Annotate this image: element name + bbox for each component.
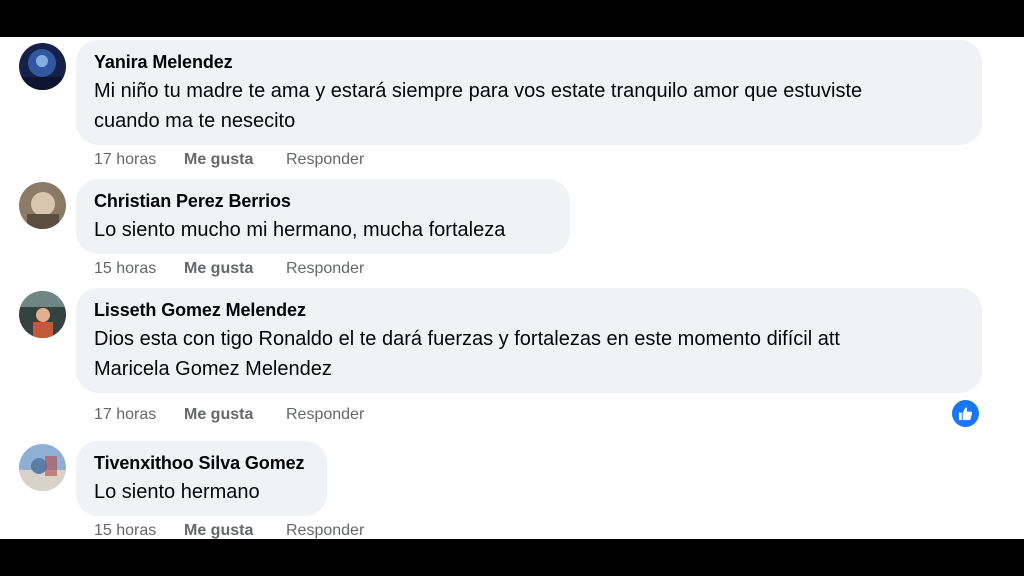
- comment-text: Mi niño tu madre te ama y estará siempre…: [94, 80, 863, 132]
- comment-time[interactable]: 15 horas: [94, 521, 156, 539]
- avatar[interactable]: [19, 291, 66, 338]
- comment-author[interactable]: Christian Perez Berrios: [94, 189, 552, 213]
- comment-author[interactable]: Lisseth Gomez Melendez: [94, 298, 964, 322]
- reply-button[interactable]: Responder: [286, 521, 364, 539]
- like-button[interactable]: Me gusta: [184, 150, 253, 170]
- comment-author[interactable]: Tivenxithoo Silva Gomez: [94, 451, 309, 475]
- avatar[interactable]: [19, 444, 66, 491]
- thumbs-up-icon[interactable]: [952, 400, 979, 427]
- comment-text: Lo siento mucho mi hermano, mucha fortal…: [94, 219, 506, 241]
- reply-button[interactable]: Responder: [286, 405, 364, 425]
- comment-text: Dios esta con tigo Ronaldo el te dará fu…: [94, 328, 840, 380]
- like-button[interactable]: Me gusta: [184, 259, 253, 279]
- like-button[interactable]: Me gusta: [184, 521, 253, 539]
- comment-time[interactable]: 17 horas: [94, 150, 156, 170]
- comment-text: Lo siento hermano: [94, 481, 260, 503]
- comment-time[interactable]: 17 horas: [94, 405, 156, 425]
- comments-panel: Yanira Melendez Mi niño tu madre te ama …: [0, 37, 1024, 539]
- avatar[interactable]: [19, 182, 66, 229]
- like-button[interactable]: Me gusta: [184, 405, 253, 425]
- reply-button[interactable]: Responder: [286, 259, 364, 279]
- comment-bubble: Lisseth Gomez Melendez Dios esta con tig…: [76, 288, 982, 393]
- reply-button[interactable]: Responder: [286, 150, 364, 170]
- avatar[interactable]: [19, 43, 66, 90]
- comment-bubble: Christian Perez Berrios Lo siento mucho …: [76, 179, 570, 254]
- comment-time[interactable]: 15 horas: [94, 259, 156, 279]
- comment-author[interactable]: Yanira Melendez: [94, 50, 964, 74]
- comment-bubble: Tivenxithoo Silva Gomez Lo siento herman…: [76, 441, 327, 516]
- comment-bubble: Yanira Melendez Mi niño tu madre te ama …: [76, 40, 982, 145]
